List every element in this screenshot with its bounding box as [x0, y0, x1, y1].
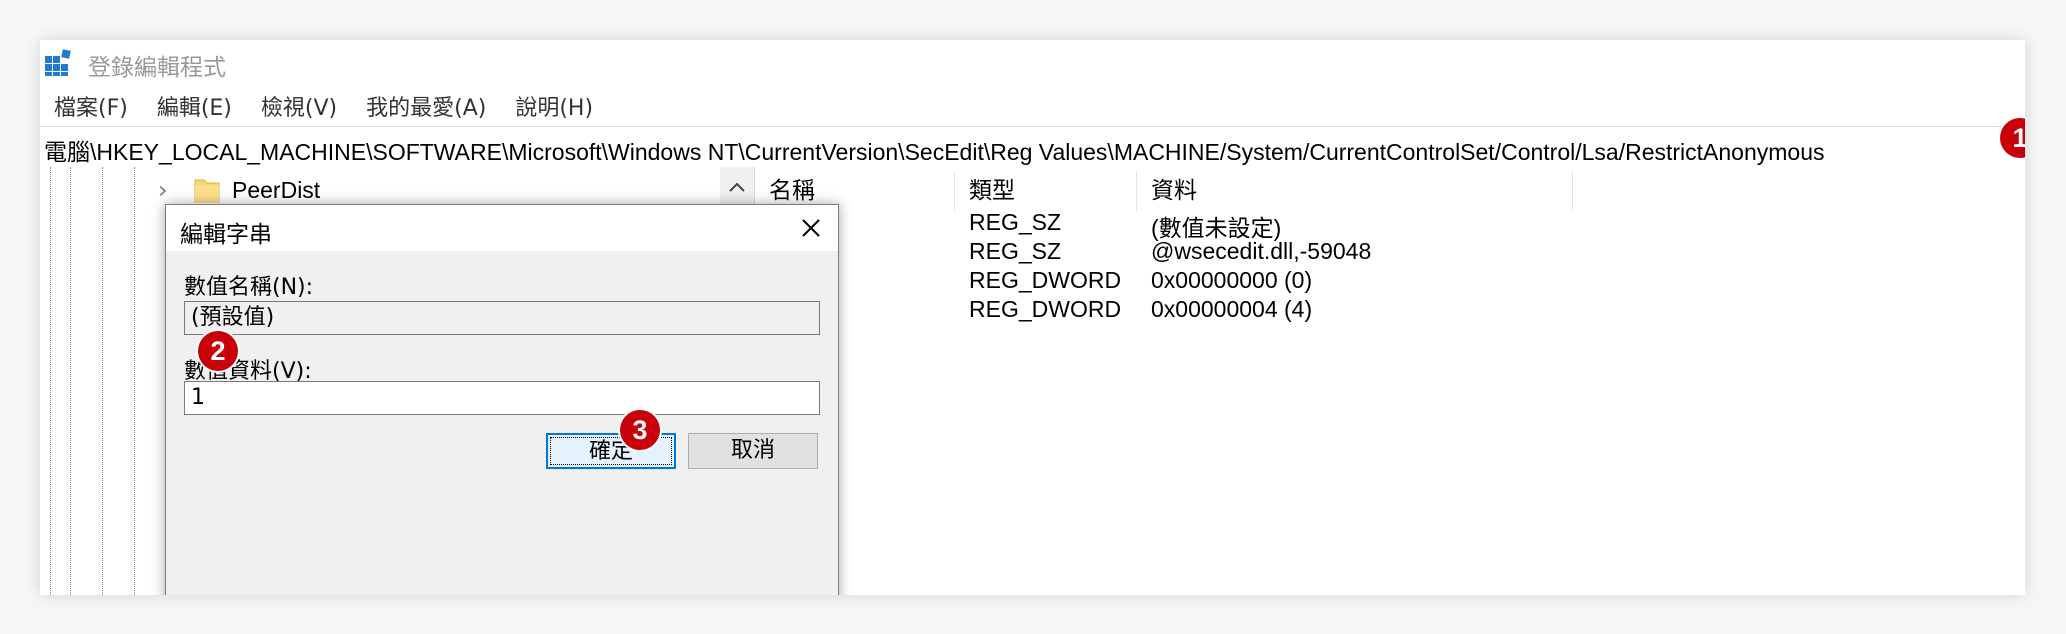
- chevron-right-icon[interactable]: ›: [158, 176, 182, 204]
- tree-item-peerdist[interactable]: › PeerDist: [158, 173, 320, 207]
- tree-guide-line: [134, 167, 135, 595]
- menu-favorites[interactable]: 我的最愛(A): [366, 90, 486, 122]
- menu-view[interactable]: 檢視(V): [261, 90, 337, 122]
- dialog-title: 編輯字串: [180, 222, 272, 248]
- value-name-field: (預設值): [184, 301, 820, 335]
- tree-guide-line: [102, 167, 103, 595]
- edit-string-dialog: 編輯字串 數值名稱(N): (預設值) 數值資料(V): 1 確定 取消: [165, 204, 839, 595]
- value-name-label: 數值名稱(N):: [184, 275, 314, 300]
- values-pane: 名稱 類型 資料 REG_SZ (數值未設定) REG_SZ @wsecedit…: [755, 167, 2025, 595]
- value-type-cell[interactable]: REG_DWORD: [969, 296, 1121, 323]
- tree-guide-line: [50, 167, 51, 595]
- value-data-cell[interactable]: @wsecedit.dll,-59048: [1151, 238, 1371, 265]
- menu-bar: 檔案(F) 編輯(E) 檢視(V) 我的最愛(A) 說明(H): [40, 88, 2025, 124]
- cancel-button[interactable]: 取消: [688, 433, 818, 469]
- annotation-badge-3: 3: [620, 410, 660, 450]
- menu-file[interactable]: 檔案(F): [54, 90, 128, 122]
- menu-help[interactable]: 說明(H): [515, 90, 593, 122]
- title-bar: 登錄編輯程式: [40, 40, 2025, 84]
- value-type-cell[interactable]: REG_SZ: [969, 209, 1061, 236]
- value-data-cell[interactable]: 0x00000004 (4): [1151, 296, 1312, 323]
- close-icon[interactable]: [794, 211, 828, 245]
- folder-icon: [194, 179, 220, 203]
- column-header-type[interactable]: 類型: [955, 171, 1137, 211]
- value-data-input[interactable]: 1: [184, 381, 820, 415]
- registry-editor-icon: [45, 49, 71, 76]
- tree-guide-line: [70, 167, 71, 595]
- address-path[interactable]: 電腦\HKEY_LOCAL_MACHINE\SOFTWARE\Microsoft…: [44, 133, 2014, 167]
- address-bar[interactable]: 電腦\HKEY_LOCAL_MACHINE\SOFTWARE\Microsoft…: [40, 126, 2025, 168]
- menu-edit[interactable]: 編輯(E): [157, 90, 232, 122]
- value-type-cell[interactable]: REG_SZ: [969, 238, 1061, 265]
- chevron-up-icon[interactable]: [720, 169, 754, 203]
- window-title: 登錄編輯程式: [88, 55, 226, 81]
- dialog-title-bar: 編輯字串: [166, 205, 838, 251]
- column-header-data[interactable]: 資料: [1137, 171, 1573, 211]
- value-type-cell[interactable]: REG_DWORD: [969, 267, 1121, 294]
- value-data-cell[interactable]: 0x00000000 (0): [1151, 267, 1312, 294]
- registry-editor-window: 登錄編輯程式 檔案(F) 編輯(E) 檢視(V) 我的最愛(A) 說明(H) 電…: [40, 40, 2025, 595]
- tree-item-label: PeerDist: [232, 176, 321, 203]
- annotation-badge-2: 2: [198, 331, 238, 371]
